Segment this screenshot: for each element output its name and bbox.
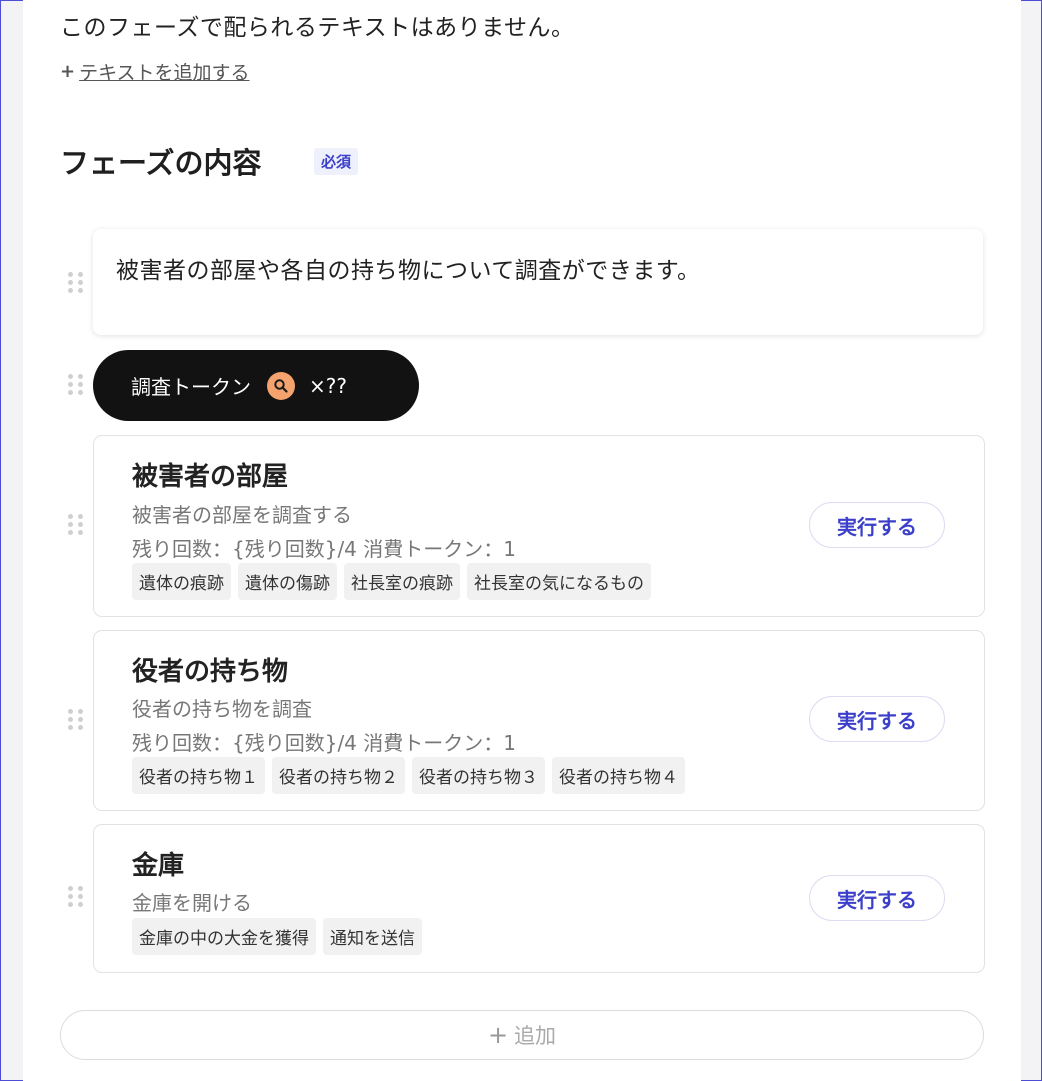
description-card[interactable]: 被害者の部屋や各自の持ち物について調査ができます。: [93, 229, 983, 335]
plus-icon: +: [487, 1021, 509, 1049]
section-title: フェーズの内容: [60, 146, 262, 180]
token-label: 調査トークン: [131, 375, 251, 399]
required-badge: 必須: [314, 148, 359, 175]
action-title: 役者の持ち物: [132, 657, 289, 687]
add-button-label: 追加: [514, 1024, 557, 1048]
tag: 役者の持ち物２: [272, 757, 405, 794]
drag-handle-icon[interactable]: [68, 709, 86, 733]
add-text-label[interactable]: テキストを追加する: [79, 58, 249, 85]
tag: 役者の持ち物１: [132, 757, 265, 794]
add-button[interactable]: + 追加: [60, 1010, 984, 1060]
tag: 役者の持ち物４: [552, 757, 685, 794]
tag: 通知を送信: [323, 918, 422, 955]
action-tags: 役者の持ち物１ 役者の持ち物２ 役者の持ち物３ 役者の持ち物４: [132, 757, 685, 794]
tag: 社長室の痕跡: [344, 563, 460, 600]
add-text-link[interactable]: + テキストを追加する: [60, 58, 250, 85]
tag: 社長室の気になるもの: [467, 563, 651, 600]
action-meta: 残り回数：{残り回数}/4 消費トークン：1: [132, 537, 516, 561]
tag: 金庫の中の大金を獲得: [132, 918, 316, 955]
no-text-message: このフェーズで配られるテキストはありません。: [60, 15, 575, 41]
action-title: 被害者の部屋: [132, 462, 289, 492]
search-icon: [267, 371, 295, 400]
action-title: 金庫: [132, 851, 185, 881]
action-description: 被害者の部屋を調査する: [132, 503, 352, 527]
execute-button[interactable]: 実行する: [809, 502, 945, 548]
plus-icon: +: [60, 61, 76, 82]
action-meta: 残り回数：{残り回数}/4 消費トークン：1: [132, 731, 516, 755]
description-text: 被害者の部屋や各自の持ち物について調査ができます。: [116, 258, 701, 284]
drag-handle-icon[interactable]: [68, 886, 86, 910]
drag-handle-icon[interactable]: [68, 514, 86, 538]
action-card[interactable]: 役者の持ち物 役者の持ち物を調査 残り回数：{残り回数}/4 消費トークン：1 …: [93, 630, 985, 811]
tag: 遺体の傷跡: [238, 563, 337, 600]
action-card[interactable]: 金庫 金庫を開ける 金庫の中の大金を獲得 通知を送信 実行する: [93, 824, 985, 973]
execute-button[interactable]: 実行する: [809, 875, 945, 921]
action-tags: 金庫の中の大金を獲得 通知を送信: [132, 918, 422, 955]
tag: 遺体の痕跡: [132, 563, 231, 600]
action-card[interactable]: 被害者の部屋 被害者の部屋を調査する 残り回数：{残り回数}/4 消費トークン：…: [93, 435, 985, 617]
action-description: 金庫を開ける: [132, 891, 252, 915]
action-tags: 遺体の痕跡 遺体の傷跡 社長室の痕跡 社長室の気になるもの: [132, 563, 651, 600]
drag-handle-icon[interactable]: [68, 272, 86, 296]
action-description: 役者の持ち物を調査: [132, 697, 312, 721]
token-pill[interactable]: 調査トークン ×??: [93, 350, 419, 421]
token-count: ×??: [309, 373, 347, 398]
execute-button[interactable]: 実行する: [809, 696, 945, 742]
tag: 役者の持ち物３: [412, 757, 545, 794]
drag-handle-icon[interactable]: [68, 374, 86, 398]
